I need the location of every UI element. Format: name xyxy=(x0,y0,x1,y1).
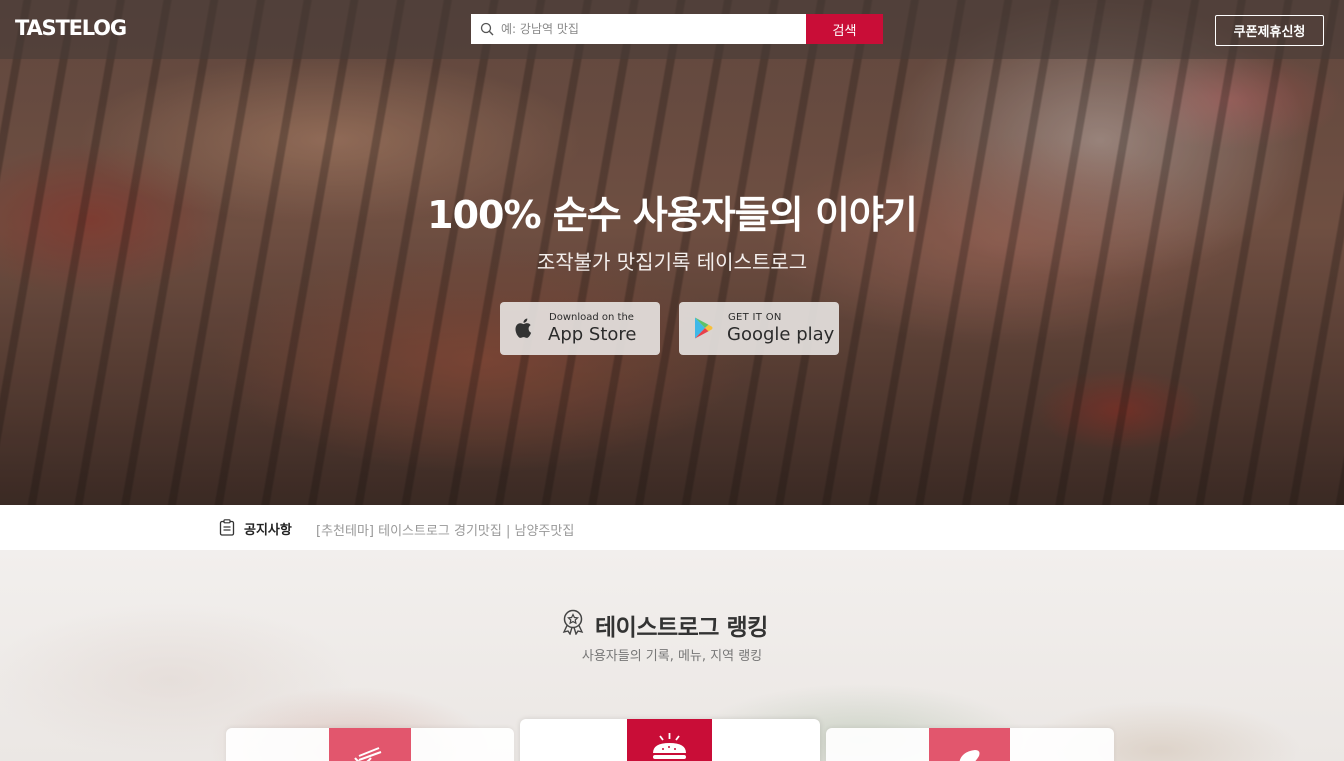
google-play-button[interactable]: GET IT ON Google play xyxy=(679,302,839,355)
ranking-card-region[interactable] xyxy=(826,728,1114,761)
app-store-small-text: Download on the xyxy=(549,312,634,323)
search-icon xyxy=(480,22,494,36)
burger-icon xyxy=(653,733,686,759)
search-button[interactable]: 검색 xyxy=(806,14,883,44)
clipboard-icon xyxy=(219,519,235,536)
ranking-section: 테이스트로그 랭킹 사용자들의 기록, 메뉴, 지역 랭킹 xyxy=(0,550,1344,761)
ranking-title: 테이스트로그 랭킹 xyxy=(595,615,768,641)
app-store-button[interactable]: Download on the App Store xyxy=(500,302,660,355)
search-box xyxy=(471,14,807,44)
ranking-card-records[interactable] xyxy=(226,728,514,761)
hero-banner: 100% 순수 사용자들의 이야기 조작불가 맛집기록 테이스트로그 Downl… xyxy=(0,0,1344,505)
search-input[interactable] xyxy=(501,14,801,44)
google-play-icon xyxy=(695,317,713,339)
hero-subtitle: 조작불가 맛집기록 테이스트로그 xyxy=(536,250,808,274)
award-icon xyxy=(562,609,584,635)
ranking-card-menu[interactable] xyxy=(520,719,820,761)
google-play-small-text: GET IT ON xyxy=(728,312,782,323)
location-icon xyxy=(959,750,980,761)
hero-title: 100% 순수 사용자들의 이야기 xyxy=(427,193,918,237)
ranking-subtitle: 사용자들의 기록, 메뉴, 지역 랭킹 xyxy=(581,649,763,664)
ranking-card-tile xyxy=(929,728,1010,761)
app-store-label: App Store xyxy=(548,324,637,345)
ranking-card-tile xyxy=(329,728,411,761)
top-navigation-bar: TASTELOG 검색 쿠폰제휴신청 xyxy=(0,0,1344,59)
notice-label: 공지사항 xyxy=(244,523,292,538)
ranking-card-tile xyxy=(627,719,712,761)
google-play-label: Google play xyxy=(727,324,835,345)
coupon-partnership-button[interactable]: 쿠폰제휴신청 xyxy=(1215,15,1324,46)
noodle-icon xyxy=(354,747,382,761)
notice-bar: 공지사항 [추천테마] 테이스트로그 경기맛집 | 남양주맛집 xyxy=(0,505,1344,550)
notice-link[interactable]: [추천테마] 테이스트로그 경기맛집 | 남양주맛집 xyxy=(316,520,574,539)
apple-icon xyxy=(515,318,532,338)
tastelog-logo[interactable]: TASTELOG xyxy=(15,16,127,40)
